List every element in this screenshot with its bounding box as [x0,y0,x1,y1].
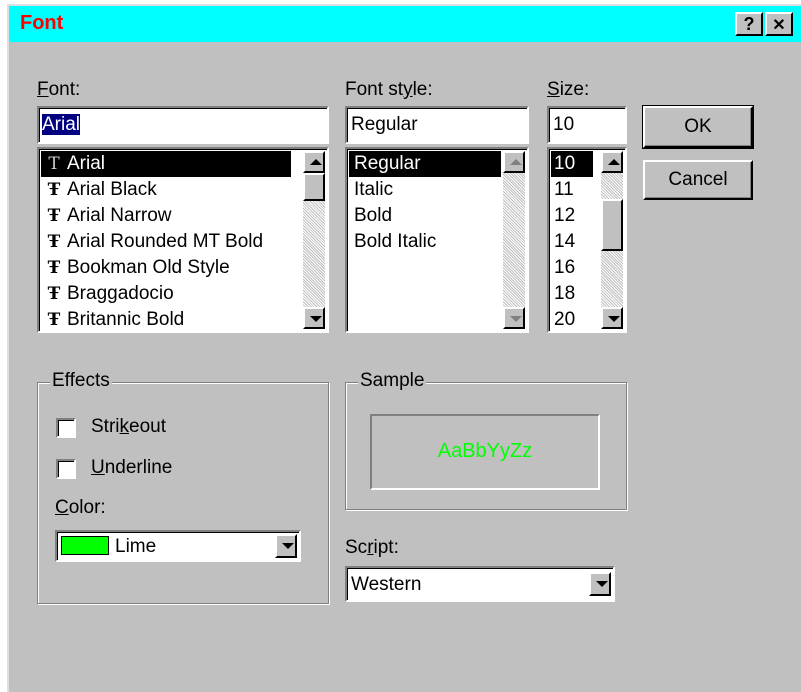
scroll-thumb[interactable] [303,173,325,201]
color-select[interactable]: Lime [55,530,301,562]
scroll-down-button[interactable] [601,307,623,329]
effects-group [37,382,329,604]
ok-button[interactable]: OK [642,105,754,149]
list-item[interactable]: 12 [551,203,575,229]
list-item[interactable]: 18 [551,281,575,307]
script-dropdown-button[interactable] [589,572,611,596]
list-item[interactable]: Italic [349,177,393,203]
underline-label[interactable]: Underline [91,457,172,479]
scroll-down-button[interactable] [303,307,325,329]
truetype-icon: Ŧ [47,258,61,278]
list-item[interactable]: Ŧ Arial Black [41,177,157,203]
truetype-icon: Ŧ [47,180,61,200]
scroll-down-button [503,307,525,329]
scroll-up-button[interactable] [601,151,623,173]
color-swatch [61,536,109,555]
font-style-value: Regular [351,114,418,135]
list-item[interactable]: 20 [551,307,575,333]
strikeout-label[interactable]: Strikeout [91,416,166,438]
chevron-down-icon [282,543,294,549]
color-value: Lime [115,536,157,557]
font-style-scrollbar [503,151,525,329]
title-bar[interactable]: Font ? ✕ [9,6,801,42]
arrow-down-icon [510,316,522,322]
truetype-icon: Ŧ [47,310,61,330]
list-item[interactable]: Regular [349,151,501,177]
size-input[interactable]: 10 [547,106,627,144]
effects-title: Effects [50,370,112,392]
list-item[interactable]: Bold Italic [349,229,436,255]
window-title: Font [20,12,64,34]
list-item[interactable]: 11 [551,177,574,203]
list-item[interactable]: 10 [551,151,593,177]
font-label: Font: [37,79,81,100]
arrow-down-icon [608,316,620,322]
truetype-icon: Ŧ [47,206,61,226]
scroll-thumb[interactable] [601,199,623,251]
font-list-scrollbar[interactable] [303,151,325,329]
sample-preview: AaBbYyZz [370,414,600,490]
list-item[interactable]: Ŧ Britannic Bold [41,307,185,333]
list-item[interactable]: Ŧ Bookman Old Style [41,255,230,281]
arrow-up-icon [608,159,620,165]
chevron-down-icon [596,581,608,587]
font-name-value: Arial [42,114,81,135]
arrow-up-icon [310,159,322,165]
size-list-scrollbar[interactable] [601,151,623,329]
font-style-label: Font style: [345,79,433,100]
sample-title: Sample [358,370,427,392]
list-item[interactable]: T Arial [41,151,291,177]
list-item[interactable]: 16 [551,255,575,281]
scroll-up-button [503,151,525,173]
color-dropdown-button[interactable] [275,534,297,558]
close-icon: ✕ [772,17,786,34]
truetype-icon: Ŧ [47,232,61,252]
arrow-down-icon [310,316,322,322]
truetype-icon: T [48,154,60,174]
close-button[interactable]: ✕ [765,12,793,36]
script-label: Script: [345,537,399,558]
size-label: Size: [547,79,590,100]
help-button[interactable]: ? [735,12,763,36]
size-list[interactable]: 10 11 12 14 16 18 20 [547,147,627,333]
scroll-up-button[interactable] [303,151,325,173]
truetype-icon: Ŧ [47,284,61,304]
font-style-list[interactable]: Regular Italic Bold Bold Italic [345,147,529,333]
list-item[interactable]: Ŧ Arial Narrow [41,203,172,229]
font-name-input[interactable]: Arial [37,106,329,144]
list-item[interactable]: Ŧ Arial Rounded MT Bold [41,229,291,255]
sample-text: AaBbYyZz [437,440,533,462]
list-item[interactable]: 14 [551,229,575,255]
script-select[interactable]: Western [345,566,615,602]
list-item[interactable]: Ŧ Braggadocio [41,281,174,307]
font-list[interactable]: T Arial Ŧ Arial Black Ŧ Arial Narrow Ŧ Arial… [37,147,329,333]
cancel-button[interactable]: Cancel [643,160,753,200]
arrow-up-icon [510,159,522,165]
color-label: Color: [55,497,106,518]
size-value: 10 [553,114,575,135]
font-style-input[interactable]: Regular [345,106,529,144]
script-value: Western [351,574,422,595]
underline-checkbox[interactable] [56,459,76,479]
list-item[interactable]: Bold [349,203,392,229]
strikeout-checkbox[interactable] [56,418,76,438]
